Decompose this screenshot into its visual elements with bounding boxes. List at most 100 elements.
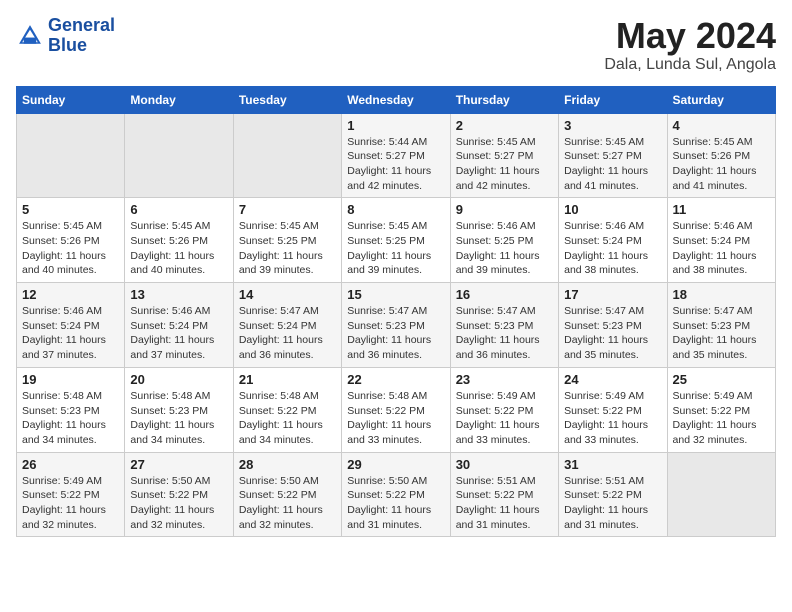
day-info: Sunrise: 5:44 AMSunset: 5:27 PMDaylight:… — [347, 135, 444, 194]
weekday-header: Friday — [559, 86, 667, 113]
day-number: 26 — [22, 457, 119, 472]
day-info: Sunrise: 5:45 AMSunset: 5:26 PMDaylight:… — [22, 219, 119, 278]
day-number: 24 — [564, 372, 661, 387]
calendar-day-cell: 21 Sunrise: 5:48 AMSunset: 5:22 PMDayligh… — [233, 367, 341, 452]
day-info: Sunrise: 5:45 AMSunset: 5:27 PMDaylight:… — [456, 135, 553, 194]
day-info: Sunrise: 5:47 AMSunset: 5:23 PMDaylight:… — [673, 304, 770, 363]
day-number: 3 — [564, 118, 661, 133]
calendar-header-row: SundayMondayTuesdayWednesdayThursdayFrid… — [17, 86, 776, 113]
day-number: 1 — [347, 118, 444, 133]
calendar-day-cell: 29 Sunrise: 5:50 AMSunset: 5:22 PMDayligh… — [342, 452, 450, 537]
calendar-week-row: 12 Sunrise: 5:46 AMSunset: 5:24 PMDayligh… — [17, 283, 776, 368]
day-number: 22 — [347, 372, 444, 387]
calendar-day-cell: 12 Sunrise: 5:46 AMSunset: 5:24 PMDayligh… — [17, 283, 125, 368]
weekday-header: Saturday — [667, 86, 775, 113]
day-info: Sunrise: 5:45 AMSunset: 5:25 PMDaylight:… — [347, 219, 444, 278]
logo-icon — [16, 22, 44, 50]
day-info: Sunrise: 5:46 AMSunset: 5:25 PMDaylight:… — [456, 219, 553, 278]
day-info: Sunrise: 5:45 AMSunset: 5:27 PMDaylight:… — [564, 135, 661, 194]
day-number: 21 — [239, 372, 336, 387]
day-number: 2 — [456, 118, 553, 133]
day-number: 10 — [564, 202, 661, 217]
calendar-day-cell: 11 Sunrise: 5:46 AMSunset: 5:24 PMDayligh… — [667, 198, 775, 283]
day-info: Sunrise: 5:45 AMSunset: 5:26 PMDaylight:… — [130, 219, 227, 278]
day-info: Sunrise: 5:50 AMSunset: 5:22 PMDaylight:… — [239, 474, 336, 533]
day-number: 4 — [673, 118, 770, 133]
day-number: 8 — [347, 202, 444, 217]
calendar-day-cell: 23Sunrise: 5:49 AMSunset: 5:22 PMDayligh… — [450, 367, 558, 452]
day-info: Sunrise: 5:51 AMSunset: 5:22 PMDaylight:… — [456, 474, 553, 533]
day-info: Sunrise: 5:48 AMSunset: 5:23 PMDaylight:… — [22, 389, 119, 448]
calendar-day-cell: 28 Sunrise: 5:50 AMSunset: 5:22 PMDayligh… — [233, 452, 341, 537]
calendar-week-row: 26 Sunrise: 5:49 AMSunset: 5:22 PMDayligh… — [17, 452, 776, 537]
calendar-day-cell: 25Sunrise: 5:49 AMSunset: 5:22 PMDayligh… — [667, 367, 775, 452]
calendar-day-cell: 8 Sunrise: 5:45 AMSunset: 5:25 PMDaylight… — [342, 198, 450, 283]
day-info: Sunrise: 5:47 AMSunset: 5:23 PMDaylight:… — [347, 304, 444, 363]
day-info: Sunrise: 5:46 AMSunset: 5:24 PMDaylight:… — [22, 304, 119, 363]
day-number: 28 — [239, 457, 336, 472]
day-info: Sunrise: 5:45 AMSunset: 5:26 PMDaylight:… — [673, 135, 770, 194]
title-block: May 2024 Dala, Lunda Sul, Angola — [604, 16, 776, 74]
day-number: 11 — [673, 202, 770, 217]
calendar-day-cell: 19 Sunrise: 5:48 AMSunset: 5:23 PMDayligh… — [17, 367, 125, 452]
calendar-day-cell — [233, 113, 341, 198]
calendar-day-cell: 10 Sunrise: 5:46 AMSunset: 5:24 PMDayligh… — [559, 198, 667, 283]
logo-text: General Blue — [48, 16, 115, 56]
day-number: 12 — [22, 287, 119, 302]
day-number: 17 — [564, 287, 661, 302]
day-number: 30 — [456, 457, 553, 472]
calendar-day-cell: 9 Sunrise: 5:46 AMSunset: 5:25 PMDaylight… — [450, 198, 558, 283]
calendar-day-cell: 14 Sunrise: 5:47 AMSunset: 5:24 PMDayligh… — [233, 283, 341, 368]
day-number: 20 — [130, 372, 227, 387]
calendar-subtitle: Dala, Lunda Sul, Angola — [604, 56, 776, 74]
calendar-day-cell: 1 Sunrise: 5:44 AMSunset: 5:27 PMDaylight… — [342, 113, 450, 198]
day-number: 7 — [239, 202, 336, 217]
weekday-header: Wednesday — [342, 86, 450, 113]
day-number: 5 — [22, 202, 119, 217]
day-number: 6 — [130, 202, 227, 217]
day-number: 19 — [22, 372, 119, 387]
day-info: Sunrise: 5:49 AMSunset: 5:22 PMDaylight:… — [456, 389, 553, 448]
calendar-title: May 2024 — [604, 16, 776, 56]
calendar-day-cell: 4 Sunrise: 5:45 AMSunset: 5:26 PMDaylight… — [667, 113, 775, 198]
day-info: Sunrise: 5:49 AMSunset: 5:22 PMDaylight:… — [22, 474, 119, 533]
day-info: Sunrise: 5:48 AMSunset: 5:22 PMDaylight:… — [239, 389, 336, 448]
day-info: Sunrise: 5:46 AMSunset: 5:24 PMDaylight:… — [130, 304, 227, 363]
day-number: 14 — [239, 287, 336, 302]
weekday-header: Tuesday — [233, 86, 341, 113]
calendar-table: SundayMondayTuesdayWednesdayThursdayFrid… — [16, 86, 776, 538]
calendar-day-cell — [125, 113, 233, 198]
day-number: 29 — [347, 457, 444, 472]
calendar-day-cell: 15 Sunrise: 5:47 AMSunset: 5:23 PMDayligh… — [342, 283, 450, 368]
day-info: Sunrise: 5:50 AMSunset: 5:22 PMDaylight:… — [347, 474, 444, 533]
calendar-day-cell: 24 Sunrise: 5:49 AMSunset: 5:22 PMDayligh… — [559, 367, 667, 452]
weekday-header: Thursday — [450, 86, 558, 113]
calendar-day-cell: 3 Sunrise: 5:45 AMSunset: 5:27 PMDaylight… — [559, 113, 667, 198]
calendar-day-cell: 20Sunrise: 5:48 AMSunset: 5:23 PMDayligh… — [125, 367, 233, 452]
day-info: Sunrise: 5:49 AMSunset: 5:22 PMDaylight:… — [673, 389, 770, 448]
calendar-day-cell — [667, 452, 775, 537]
calendar-day-cell: 18Sunrise: 5:47 AMSunset: 5:23 PMDayligh… — [667, 283, 775, 368]
day-number: 15 — [347, 287, 444, 302]
calendar-week-row: 1 Sunrise: 5:44 AMSunset: 5:27 PMDaylight… — [17, 113, 776, 198]
calendar-day-cell: 2 Sunrise: 5:45 AMSunset: 5:27 PMDaylight… — [450, 113, 558, 198]
day-info: Sunrise: 5:49 AMSunset: 5:22 PMDaylight:… — [564, 389, 661, 448]
logo: General Blue — [16, 16, 115, 56]
weekday-header: Sunday — [17, 86, 125, 113]
calendar-day-cell: 26 Sunrise: 5:49 AMSunset: 5:22 PMDayligh… — [17, 452, 125, 537]
day-info: Sunrise: 5:50 AMSunset: 5:22 PMDaylight:… — [130, 474, 227, 533]
day-info: Sunrise: 5:51 AMSunset: 5:22 PMDaylight:… — [564, 474, 661, 533]
calendar-day-cell: 31 Sunrise: 5:51 AMSunset: 5:22 PMDayligh… — [559, 452, 667, 537]
day-number: 13 — [130, 287, 227, 302]
calendar-week-row: 5 Sunrise: 5:45 AMSunset: 5:26 PMDaylight… — [17, 198, 776, 283]
day-info: Sunrise: 5:47 AMSunset: 5:24 PMDaylight:… — [239, 304, 336, 363]
day-info: Sunrise: 5:46 AMSunset: 5:24 PMDaylight:… — [673, 219, 770, 278]
calendar-day-cell: 17Sunrise: 5:47 AMSunset: 5:23 PMDayligh… — [559, 283, 667, 368]
day-info: Sunrise: 5:47 AMSunset: 5:23 PMDaylight:… — [456, 304, 553, 363]
calendar-day-cell: 6 Sunrise: 5:45 AMSunset: 5:26 PMDaylight… — [125, 198, 233, 283]
calendar-day-cell: 5 Sunrise: 5:45 AMSunset: 5:26 PMDaylight… — [17, 198, 125, 283]
day-number: 9 — [456, 202, 553, 217]
weekday-header: Monday — [125, 86, 233, 113]
day-number: 31 — [564, 457, 661, 472]
day-info: Sunrise: 5:46 AMSunset: 5:24 PMDaylight:… — [564, 219, 661, 278]
